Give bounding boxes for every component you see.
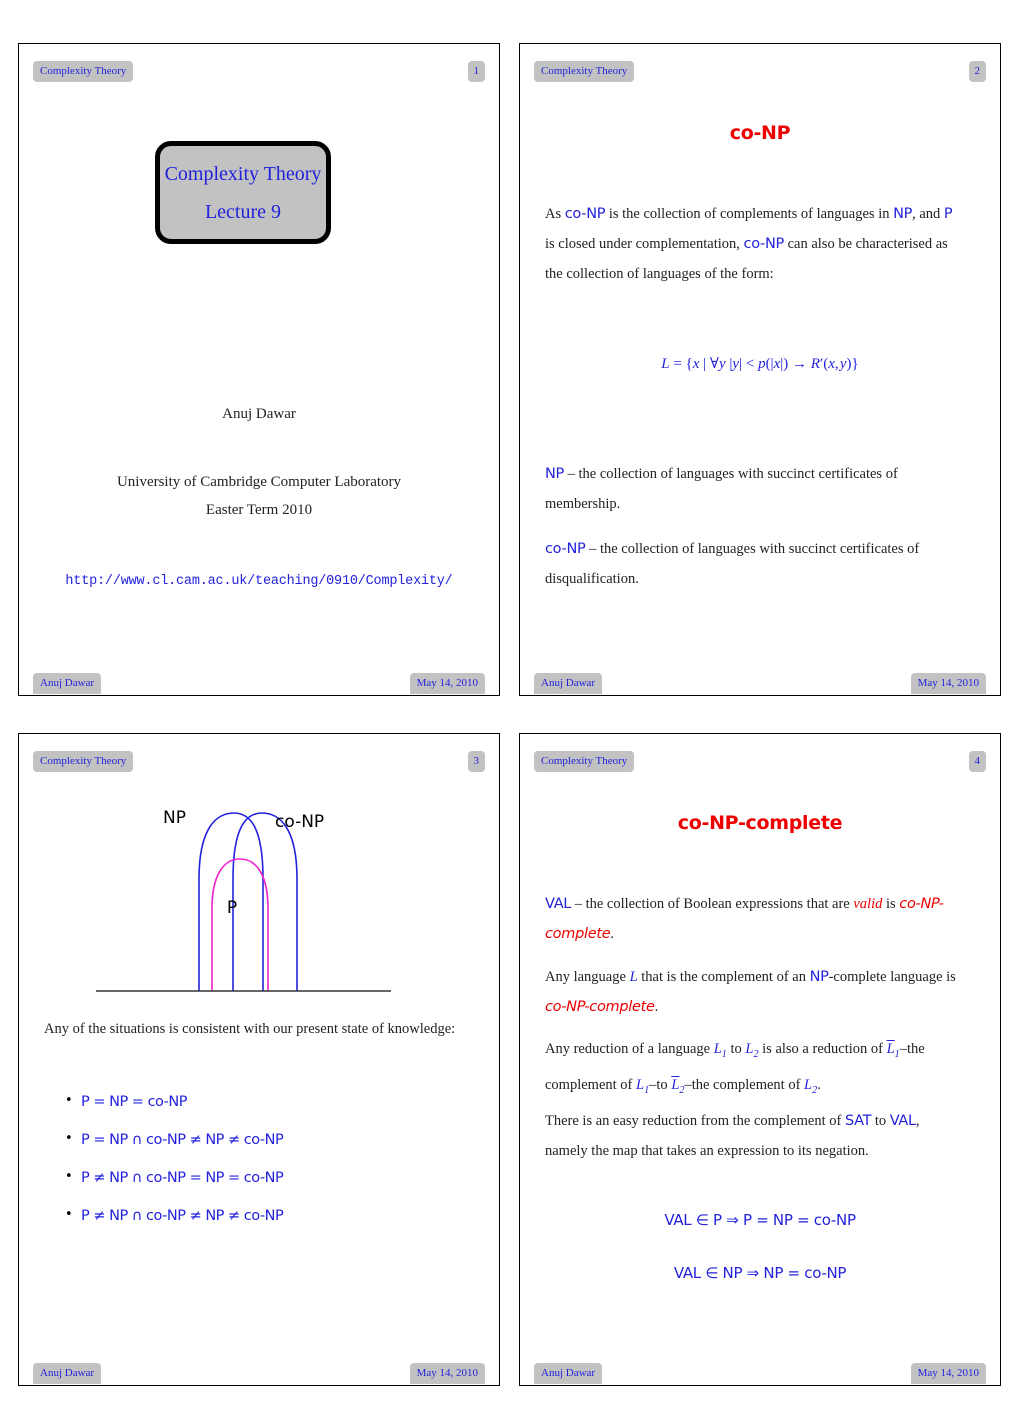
paragraph-np-certificates: NP – the collection of languages with su… [545, 466, 898, 512]
slide-page-number: 3 [467, 751, 485, 772]
slide-header-title: Complexity Theory [534, 61, 635, 82]
conp-region-outline [232, 812, 298, 991]
slide-footer-author: Anuj Dawar [33, 1363, 102, 1384]
list-item: P ≠ NP ∩ co-NP = NP = co-NP [65, 1169, 465, 1186]
slide-header-title: Complexity Theory [33, 61, 134, 82]
title-box-line2: Lecture 9 [204, 200, 282, 223]
p-region-outline [211, 858, 269, 991]
list-item: P = NP = co-NP [65, 1093, 465, 1110]
situations-bullet-list: P = NP = co-NP P = NP ∩ co-NP ≠ NP ≠ co-… [65, 1093, 465, 1246]
slide-title: co-NP [729, 122, 791, 144]
diagram-label-conp: co-NP [275, 812, 324, 832]
paragraph-conp-definition: As co-NP is the collection of complement… [545, 206, 953, 282]
slide-footer-author: Anuj Dawar [534, 1363, 603, 1384]
paragraph-complement-npcomplete: Any language L that is the complement of… [545, 969, 956, 1015]
slide-header-title: Complexity Theory [33, 751, 134, 772]
author-name: Anuj Dawar [222, 406, 296, 422]
formula-conp-characterisation: L = {x | ∀y |y| < p(|x|) → R′(x, y)} [661, 356, 859, 372]
slide-page-number: 4 [968, 751, 986, 772]
list-item: P = NP ∩ co-NP ≠ NP ≠ co-NP [65, 1131, 465, 1148]
slide-header-title: Complexity Theory [534, 751, 635, 772]
title-box-line1: Complexity Theory [164, 162, 322, 185]
slide-2: Complexity Theory 2 co-NP As co-NP is th… [519, 43, 1001, 696]
list-item: P ≠ NP ∩ co-NP ≠ NP ≠ co-NP [65, 1207, 465, 1224]
slide-3: Complexity Theory 3 NP co-NP P Any of th… [18, 733, 500, 1386]
diagram-label-np: NP [163, 808, 186, 828]
slide-footer-author: Anuj Dawar [33, 673, 102, 694]
formula-val-in-np: VAL ∈ NP ⇒ NP = co-NP [673, 1264, 847, 1282]
slide-4: Complexity Theory 4 co-NP-complete VAL –… [519, 733, 1001, 1386]
slide-page-number: 1 [467, 61, 485, 82]
slide-footer-date: May 14, 2010 [409, 673, 485, 694]
slide-footer-date: May 14, 2010 [910, 1363, 986, 1384]
title-box: Complexity Theory Lecture 9 [155, 141, 331, 244]
paragraph-conp-certificates: co-NP – the collection of languages with… [545, 541, 920, 587]
affiliation-line-1: University of Cambridge Computer Laborat… [116, 474, 402, 490]
slide-page-number: 2 [968, 61, 986, 82]
np-conp-p-venn-diagram: NP co-NP P [96, 808, 391, 992]
paragraph-reduction-complement: Any reduction of a language L1 to L2 is … [545, 1041, 925, 1096]
course-url-link[interactable]: http://www.cl.cam.ac.uk/teaching/0910/Co… [19, 574, 499, 589]
paragraph-situations: Any of the situations is consistent with… [44, 1021, 456, 1037]
slide-footer-date: May 14, 2010 [409, 1363, 485, 1384]
slide-footer-author: Anuj Dawar [534, 673, 603, 694]
paragraph-val-definition: VAL – the collection of Boolean expressi… [545, 896, 944, 942]
affiliation-line-2: Easter Term 2010 [205, 502, 313, 518]
slide-1: Complexity Theory 1 Complexity Theory Le… [18, 43, 500, 696]
diagram-label-p: P [227, 898, 237, 918]
formula-val-in-p: VAL ∈ P ⇒ P = NP = co-NP [664, 1211, 856, 1229]
slide-handout-page: Complexity Theory 1 Complexity Theory Le… [0, 0, 1020, 1409]
slide-footer-date: May 14, 2010 [910, 673, 986, 694]
slide-title: co-NP-complete [677, 812, 843, 834]
paragraph-sat-to-val-reduction: There is an easy reduction from the comp… [545, 1113, 920, 1159]
